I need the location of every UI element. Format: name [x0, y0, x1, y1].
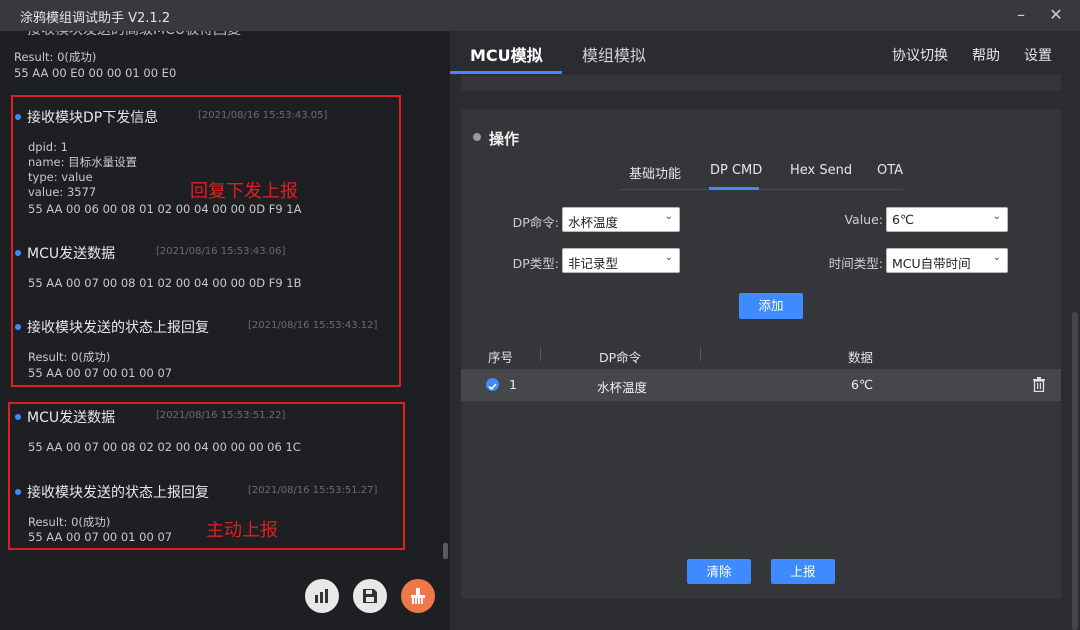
- protocol-switch-link[interactable]: 协议切换: [892, 45, 948, 65]
- panel-title: 操作: [489, 130, 520, 148]
- table-row[interactable]: 1 水杯温度 6℃: [461, 369, 1061, 401]
- value-label: Value:: [844, 212, 883, 227]
- time-type-select[interactable]: MCU自带时间 ⌄: [886, 248, 1008, 273]
- log-line: 55 AA 00 E0 00 00 01 00 E0: [14, 66, 177, 80]
- clear-log-icon: [411, 588, 425, 604]
- table-header-divider: [540, 347, 541, 361]
- main-area: MCU模拟 模组模拟 协议切换 帮助 设置 操作 基础功能 DP CMD Hex…: [450, 31, 1080, 630]
- minimize-icon[interactable]: –: [1010, 4, 1032, 26]
- collapsed-panel: [461, 75, 1061, 91]
- dp-cmd-select[interactable]: 水杯温度 ⌄: [562, 207, 680, 232]
- add-button[interactable]: 添加: [739, 293, 803, 319]
- chevron-down-icon: ⌄: [664, 252, 673, 263]
- log-scrollbar[interactable]: [443, 543, 448, 559]
- active-sub-tab-indicator: [709, 187, 759, 190]
- dp-cmd-value: 水杯温度: [568, 215, 619, 230]
- trash-icon[interactable]: [1033, 377, 1045, 396]
- row-cmd: 水杯温度: [597, 380, 648, 395]
- report-button[interactable]: 上报: [771, 559, 835, 584]
- section-bullet-icon: [473, 133, 481, 141]
- save-button[interactable]: [353, 579, 387, 613]
- log-panel[interactable]: 接收模块发送的高级MCU板得回复 Result: 0(成功) 55 AA 00 …: [0, 31, 450, 630]
- chevron-down-icon: ⌄: [992, 211, 1001, 222]
- table-header-index: 序号: [488, 350, 514, 365]
- annotation-label-reply: 回复下发上报: [190, 181, 298, 202]
- sub-tabs-divider: [619, 189, 903, 190]
- tab-ota[interactable]: OTA: [877, 163, 903, 178]
- table-header-divider: [700, 347, 701, 361]
- time-type-value: MCU自带时间: [892, 256, 971, 271]
- window-title: 涂鸦模组调试助手 V2.1.2: [20, 11, 171, 26]
- main-scrollbar[interactable]: [1072, 312, 1078, 630]
- help-link[interactable]: 帮助: [972, 45, 1000, 65]
- table-header-cmd: DP命令: [599, 350, 642, 365]
- tab-module-simulation[interactable]: 模组模拟: [582, 42, 646, 66]
- tab-basic-functions[interactable]: 基础功能: [629, 163, 681, 182]
- title-bar: 涂鸦模组调试助手 V2.1.2 – ✕: [0, 0, 1080, 31]
- time-type-label: 时间类型:: [828, 256, 883, 271]
- row-index: 1: [509, 377, 517, 392]
- clear-button[interactable]: 清除: [687, 559, 751, 584]
- annotation-box-reply: [11, 95, 401, 387]
- checkbox-checked-icon[interactable]: [486, 378, 499, 391]
- chart-button[interactable]: [305, 579, 339, 613]
- bar-chart-icon: [315, 589, 328, 603]
- row-data: 6℃: [851, 377, 873, 392]
- clear-log-button[interactable]: [401, 579, 435, 613]
- log-line: Result: 0(成功): [14, 50, 97, 64]
- log-entry-title: 接收模块发送的高级MCU板得回复: [27, 31, 241, 39]
- tab-hex-send[interactable]: Hex Send: [790, 163, 852, 178]
- dp-type-value: 非记录型: [568, 256, 619, 271]
- tab-dp-cmd[interactable]: DP CMD: [710, 163, 762, 178]
- active-tab-indicator: [450, 71, 562, 74]
- dp-type-select[interactable]: 非记录型 ⌄: [562, 248, 680, 273]
- value-select[interactable]: 6℃ ⌄: [886, 207, 1008, 232]
- tab-mcu-simulation[interactable]: MCU模拟: [470, 42, 543, 66]
- save-icon: [363, 589, 377, 603]
- operation-panel: 操作 基础功能 DP CMD Hex Send OTA DP命令: 水杯温度 ⌄…: [461, 109, 1061, 599]
- top-tab-bar: MCU模拟 模组模拟 协议切换 帮助 设置: [450, 31, 1080, 75]
- dp-cmd-label: DP命令:: [512, 215, 559, 230]
- annotation-label-active: 主动上报: [206, 520, 278, 541]
- table-header-data: 数据: [848, 350, 874, 365]
- chevron-down-icon: ⌄: [664, 211, 673, 222]
- close-icon[interactable]: ✕: [1045, 4, 1067, 26]
- chevron-down-icon: ⌄: [992, 252, 1001, 263]
- value-value: 6℃: [892, 212, 914, 227]
- settings-link[interactable]: 设置: [1024, 45, 1052, 65]
- dp-type-label: DP类型:: [512, 256, 559, 271]
